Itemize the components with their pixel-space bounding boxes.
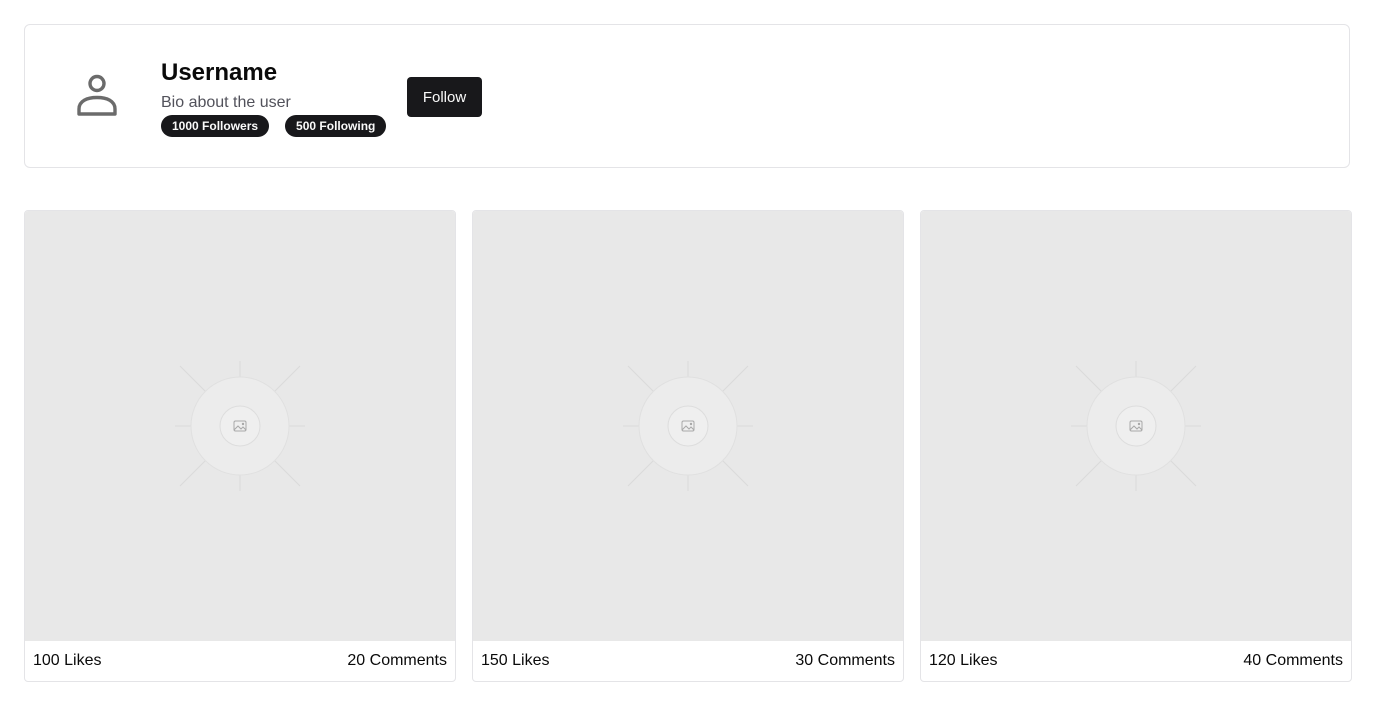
comments-count[interactable]: 30 Comments: [795, 652, 895, 670]
post-image[interactable]: [25, 211, 455, 641]
post-footer: 120 Likes 40 Comments: [921, 641, 1351, 681]
user-bio: Bio about the user: [161, 94, 291, 111]
profile-card: Username Bio about the user 1000 Followe…: [24, 24, 1350, 168]
image-placeholder-icon: [175, 361, 305, 491]
comments-count[interactable]: 20 Comments: [347, 652, 447, 670]
image-placeholder-icon: [623, 361, 753, 491]
following-badge[interactable]: 500 Following: [285, 115, 387, 137]
comments-count[interactable]: 40 Comments: [1243, 652, 1343, 670]
post-card[interactable]: 120 Likes 40 Comments: [920, 210, 1352, 682]
profile-page: Username Bio about the user 1000 Followe…: [0, 0, 1376, 706]
likes-count[interactable]: 150 Likes: [481, 652, 550, 670]
followers-badge[interactable]: 1000 Followers: [161, 115, 270, 137]
user-icon: [73, 71, 121, 119]
post-card[interactable]: 150 Likes 30 Comments: [472, 210, 904, 682]
posts-grid: 100 Likes 20 Comments 150 Likes 30 Comme…: [24, 210, 1352, 682]
username: Username: [161, 59, 278, 86]
post-footer: 150 Likes 30 Comments: [473, 641, 903, 681]
likes-count[interactable]: 120 Likes: [929, 652, 998, 670]
post-card[interactable]: 100 Likes 20 Comments: [24, 210, 456, 682]
profile-info: Username Bio about the user 1000 Followe…: [161, 59, 387, 137]
follow-stats: 1000 Followers 500 Following: [161, 115, 387, 137]
follow-button[interactable]: Follow: [407, 77, 482, 117]
likes-count[interactable]: 100 Likes: [33, 652, 102, 670]
post-image[interactable]: [921, 211, 1351, 641]
post-footer: 100 Likes 20 Comments: [25, 641, 455, 681]
post-image[interactable]: [473, 211, 903, 641]
image-placeholder-icon: [1071, 361, 1201, 491]
